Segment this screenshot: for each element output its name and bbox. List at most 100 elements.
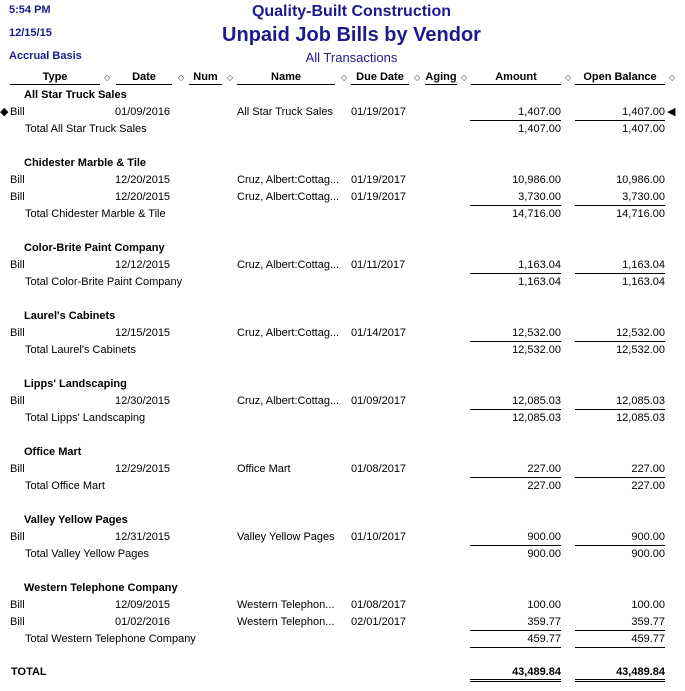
cell-open-balance: 900.00 <box>575 529 665 546</box>
cell-type: Bill <box>10 599 25 611</box>
column-header-amount[interactable]: Amount <box>471 71 561 85</box>
vendor-total-row[interactable]: Total Color-Brite Paint Company 1,163.04 1… <box>0 274 685 291</box>
vendor-total-label: Total Office Mart <box>25 480 105 492</box>
vendor-total-row[interactable]: Total Valley Yellow Pages 900.00 900.00 <box>0 546 685 563</box>
vendor-header-row: Office Mart <box>0 444 685 461</box>
vendor-total-row[interactable]: Total Western Telephone Company 459.77 459… <box>0 631 685 648</box>
transaction-row[interactable]: ◆ ◀ Bill 01/09/2016 All Star Truck Sales 01/1… <box>0 104 685 121</box>
column-header-date[interactable]: Date <box>116 71 172 85</box>
cell-name: All Star Truck Sales <box>237 106 333 118</box>
cell-due-date: 01/19/2017 <box>351 174 407 186</box>
vendor-name: Laurel's Cabinets <box>24 310 116 322</box>
transaction-row[interactable]: Bill 01/02/2016 Western Telephon... 02/01/2… <box>0 614 685 631</box>
cell-open-balance: 227.00 <box>575 461 665 478</box>
grand-total-row[interactable]: TOTAL 43,489.84 43,489.84 <box>0 664 685 682</box>
vendor-header-row: Laurel's Cabinets <box>0 308 685 325</box>
vendor-name: Color-Brite Paint Company <box>24 242 165 254</box>
cell-due-date: 01/11/2017 <box>351 259 406 271</box>
cell-date: 12/29/2015 <box>115 463 171 475</box>
cell-amount: 3,730.00 <box>470 189 561 206</box>
vendor-header-row: Western Telephone Company <box>0 580 685 597</box>
transaction-row[interactable]: Bill 12/31/2015 Valley Yellow Pages 01/10/2… <box>0 529 685 546</box>
vendor-total-label: Total All Star Truck Sales <box>25 123 147 135</box>
vendor-name: All Star Truck Sales <box>24 89 127 101</box>
vendor-total-row[interactable]: Total Lipps' Landscaping 12,085.03 12,085.… <box>0 410 685 427</box>
cell-due-date: 01/19/2017 <box>351 191 407 203</box>
cell-due-date: 01/09/2017 <box>351 395 407 407</box>
transaction-row[interactable]: Bill 12/15/2015 Cruz, Albert:Cottag... 01/1… <box>0 325 685 342</box>
vendor-total-balance: 12,085.03 <box>616 412 665 424</box>
vendor-total-row[interactable]: Total Chidester Marble & Tile 14,716.00 14… <box>0 206 685 223</box>
grand-total-balance: 43,489.84 <box>575 664 665 682</box>
cell-open-balance: 100.00 <box>631 599 665 611</box>
cell-type: Bill <box>10 463 25 475</box>
cell-open-balance: 359.77 <box>575 614 665 631</box>
cell-name: Cruz, Albert:Cottag... <box>237 395 340 407</box>
cell-amount: 900.00 <box>470 529 561 546</box>
column-resize-handle-icon[interactable]: ◇ <box>461 71 467 84</box>
column-resize-handle-icon[interactable]: ◇ <box>227 71 233 84</box>
cell-date: 12/31/2015 <box>115 531 171 543</box>
column-resize-handle-icon[interactable]: ◇ <box>341 71 347 84</box>
vendor-total-balance: 12,532.00 <box>616 344 665 356</box>
column-header-type[interactable]: Type <box>10 71 100 85</box>
report-subtitle: All Transactions <box>305 50 398 65</box>
cell-due-date: 02/01/2017 <box>351 616 407 628</box>
column-resize-handle-icon[interactable]: ◇ <box>669 71 675 84</box>
vendor-total-balance: 459.77 <box>575 631 665 648</box>
cell-name: Western Telephon... <box>237 616 335 628</box>
column-resize-handle-icon[interactable]: ◇ <box>178 71 184 84</box>
cell-amount: 12,085.03 <box>470 393 561 410</box>
column-resize-handle-icon[interactable]: ◇ <box>565 71 571 84</box>
cell-due-date: 01/08/2017 <box>351 463 407 475</box>
cell-name: Office Mart <box>237 463 291 475</box>
vendor-total-row[interactable]: Total Laurel's Cabinets 12,532.00 12,532.0… <box>0 342 685 359</box>
cell-type: Bill <box>10 259 25 271</box>
cell-amount: 100.00 <box>527 599 561 611</box>
cell-open-balance: 10,986.00 <box>616 174 665 186</box>
transaction-row[interactable]: Bill 12/30/2015 Cruz, Albert:Cottag... 01/0… <box>0 393 685 410</box>
vendor-total-amount: 900.00 <box>527 548 561 560</box>
vendor-total-balance: 1,407.00 <box>622 123 665 135</box>
cell-type: Bill <box>10 327 25 339</box>
row-marker-left-icon: ◆ <box>0 106 9 118</box>
column-header-name[interactable]: Name <box>237 71 335 85</box>
column-header-aging[interactable]: Aging <box>425 71 457 85</box>
cell-name: Valley Yellow Pages <box>237 531 335 543</box>
vendor-total-balance: 227.00 <box>631 480 665 492</box>
cell-date: 12/20/2015 <box>115 191 171 203</box>
vendor-name: Western Telephone Company <box>24 582 178 594</box>
cell-due-date: 01/08/2017 <box>351 599 407 611</box>
cell-due-date: 01/14/2017 <box>351 327 407 339</box>
column-header-open-balance[interactable]: Open Balance <box>575 71 665 85</box>
column-resize-handle-icon[interactable]: ◇ <box>104 71 110 84</box>
vendor-total-amount: 459.77 <box>470 631 561 648</box>
cell-open-balance: 1,163.04 <box>575 257 665 274</box>
cell-amount: 10,986.00 <box>512 174 561 186</box>
transaction-row[interactable]: Bill 12/12/2015 Cruz, Albert:Cottag... 01/1… <box>0 257 685 274</box>
cell-open-balance: 3,730.00 <box>575 189 665 206</box>
vendor-name: Lipps' Landscaping <box>24 378 127 390</box>
column-resize-handle-icon[interactable]: ◇ <box>414 71 420 84</box>
transaction-row[interactable]: Bill 12/29/2015 Office Mart 01/08/2017 227.0… <box>0 461 685 478</box>
transaction-row[interactable]: Bill 12/09/2015 Western Telephon... 01/08/2… <box>0 597 685 614</box>
vendor-total-row[interactable]: Total Office Mart 227.00 227.00 <box>0 478 685 495</box>
cell-type: Bill <box>10 395 25 407</box>
report-title: Unpaid Job Bills by Vendor <box>222 24 481 46</box>
vendor-total-balance: 14,716.00 <box>616 208 665 220</box>
vendor-total-balance: 900.00 <box>631 548 665 560</box>
cell-date: 12/20/2015 <box>115 174 171 186</box>
cell-amount: 12,532.00 <box>470 325 561 342</box>
cell-type: Bill <box>10 191 25 203</box>
cell-due-date: 01/10/2017 <box>351 531 407 543</box>
vendor-total-amount: 1,407.00 <box>518 123 561 135</box>
cell-date: 12/15/2015 <box>115 327 171 339</box>
transaction-row[interactable]: Bill 12/20/2015 Cruz, Albert:Cottag... 01/1… <box>0 172 685 189</box>
transaction-row[interactable]: Bill 12/20/2015 Cruz, Albert:Cottag... 01/1… <box>0 189 685 206</box>
vendor-total-row[interactable]: Total All Star Truck Sales 1,407.00 1,407.… <box>0 121 685 138</box>
column-header-num[interactable]: Num <box>189 71 222 85</box>
cell-name: Western Telephon... <box>237 599 335 611</box>
grand-total-label: TOTAL <box>11 666 47 678</box>
column-header-due-date[interactable]: Due Date <box>351 71 409 85</box>
vendor-total-label: Total Color-Brite Paint Company <box>25 276 183 288</box>
